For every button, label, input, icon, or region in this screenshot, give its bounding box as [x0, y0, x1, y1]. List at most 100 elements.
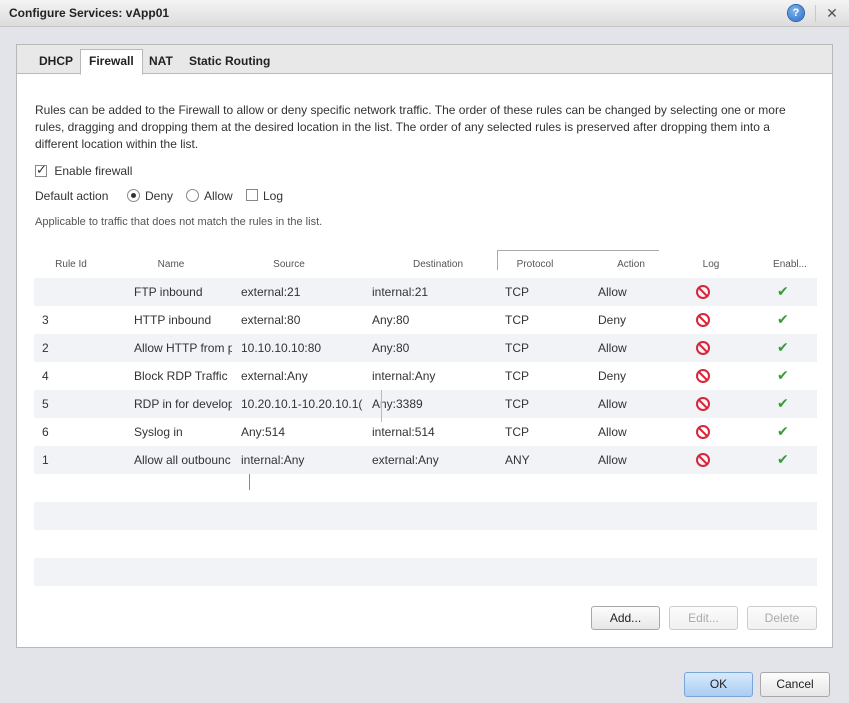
cell-name: Allow all outbounc — [134, 453, 231, 467]
tab-dhcp[interactable]: DHCP — [31, 50, 81, 74]
header-destination[interactable]: Destination — [368, 250, 508, 278]
cell-source: external:21 — [241, 285, 301, 299]
firewall-description: Rules can be added to the Firewall to al… — [35, 103, 786, 151]
log-disabled-icon — [696, 453, 710, 467]
header-log[interactable]: Log — [674, 250, 748, 278]
table-row[interactable]: 2 Allow HTTP from p 10.10.10.10:80 Any:8… — [34, 334, 817, 362]
enable-firewall-row: Enable firewall — [35, 162, 133, 178]
cell-rule-id: 6 — [42, 425, 49, 439]
header-rule-id[interactable]: Rule Id — [34, 250, 108, 278]
cell-name: RDP in for develop — [134, 397, 232, 411]
cell-destination: internal:Any — [372, 369, 436, 383]
enabled-check-icon: ✔ — [777, 451, 789, 467]
cell-action: Allow — [598, 285, 627, 299]
empty-row — [34, 558, 817, 586]
table-row[interactable]: FTP inbound external:21 internal:21 TCP … — [34, 278, 817, 306]
cell-destination: internal:21 — [372, 285, 429, 299]
enabled-check-icon: ✔ — [777, 367, 789, 383]
deny-label: Deny — [145, 189, 174, 203]
cell-protocol: TCP — [505, 285, 529, 299]
enabled-check-icon: ✔ — [777, 423, 789, 439]
cell-rule-id: 2 — [42, 341, 49, 355]
empty-row — [34, 502, 817, 530]
enable-firewall-label: Enable firewall — [54, 164, 133, 178]
cell-destination: Any:80 — [372, 313, 410, 327]
cell-source: external:Any — [241, 369, 308, 383]
cell-source: Any:514 — [241, 425, 286, 439]
log-disabled-icon — [696, 285, 710, 299]
cell-source: internal:Any — [241, 453, 305, 467]
allow-radio[interactable] — [186, 189, 199, 202]
cell-action: Allow — [598, 453, 627, 467]
table-header: Rule Id Name Source Destination Protocol… — [34, 250, 817, 278]
cell-action: Allow — [598, 397, 627, 411]
cell-action: Deny — [598, 369, 627, 383]
cell-action: Deny — [598, 313, 627, 327]
default-action-note: Applicable to traffic that does not matc… — [35, 216, 323, 228]
cell-source: 10.20.10.1-10.20.10.1( — [241, 397, 363, 411]
cell-protocol: ANY — [505, 453, 530, 467]
cell-source: 10.10.10.10:80 — [241, 341, 322, 355]
cell-rule-id: 1 — [42, 453, 49, 467]
dialog-titlebar: Configure Services: vApp01 ? ✕ — [0, 0, 849, 27]
cell-protocol: TCP — [505, 313, 529, 327]
tab-firewall[interactable]: Firewall — [80, 49, 143, 75]
column-resize-line — [249, 474, 250, 490]
log-disabled-icon — [696, 313, 710, 327]
header-action[interactable]: Action — [590, 250, 672, 278]
table-row[interactable]: 5 RDP in for develop 10.20.10.1-10.20.10… — [34, 390, 817, 418]
ok-button[interactable]: OK — [684, 672, 753, 697]
empty-row — [34, 530, 817, 558]
cell-action: Allow — [598, 341, 627, 355]
table-row[interactable]: 1 Allow all outbounc internal:Any extern… — [34, 446, 817, 474]
enabled-check-icon: ✔ — [777, 395, 789, 411]
cell-destination: external:Any — [372, 453, 439, 467]
cell-rule-id: 4 — [42, 369, 49, 383]
header-protocol[interactable]: Protocol — [500, 250, 570, 278]
default-action-label: Default action — [35, 189, 109, 203]
edit-rule-button[interactable]: Edit... — [669, 606, 738, 630]
cell-name: FTP inbound — [134, 285, 203, 299]
cell-source: external:80 — [241, 313, 301, 327]
cell-name: Allow HTTP from p — [134, 341, 232, 355]
tab-bar: DHCP Firewall NAT Static Routing — [17, 45, 832, 75]
services-panel: DHCP Firewall NAT Static Routing Rules c… — [16, 44, 833, 648]
cell-rule-id — [42, 278, 102, 306]
header-name[interactable]: Name — [108, 250, 234, 278]
log-disabled-icon — [696, 425, 710, 439]
cell-rule-id: 3 — [42, 313, 49, 327]
enabled-check-icon: ✔ — [777, 339, 789, 355]
close-icon[interactable]: ✕ — [822, 4, 842, 22]
cell-action: Allow — [598, 425, 627, 439]
delete-rule-button[interactable]: Delete — [747, 606, 817, 630]
cell-protocol: TCP — [505, 425, 529, 439]
header-source[interactable]: Source — [234, 250, 344, 278]
cell-name: HTTP inbound — [134, 313, 212, 327]
log-disabled-icon — [696, 369, 710, 383]
cancel-button[interactable]: Cancel — [760, 672, 830, 697]
cell-destination: Any:3389 — [372, 397, 423, 411]
tab-nat[interactable]: NAT — [141, 50, 181, 74]
log-checkbox[interactable] — [246, 189, 258, 201]
log-disabled-icon — [696, 397, 710, 411]
title-separator — [815, 5, 816, 22]
cell-name: Block RDP Traffic — [134, 369, 228, 383]
add-rule-button[interactable]: Add... — [591, 606, 660, 630]
table-row[interactable]: 4 Block RDP Traffic external:Any interna… — [34, 362, 817, 390]
empty-row — [34, 474, 817, 502]
enable-firewall-checkbox[interactable] — [35, 162, 47, 178]
column-resize-line — [381, 390, 382, 422]
cell-name: Syslog in — [134, 425, 183, 439]
tab-static-routing[interactable]: Static Routing — [181, 50, 278, 74]
firewall-rules-table: Rule Id Name Source Destination Protocol… — [34, 250, 817, 586]
header-enabled[interactable]: Enabl... — [750, 250, 830, 278]
help-icon[interactable]: ? — [788, 5, 804, 21]
enabled-check-icon: ✔ — [777, 311, 789, 327]
cell-protocol: TCP — [505, 397, 529, 411]
table-row[interactable]: 3 HTTP inbound external:80 Any:80 TCP De… — [34, 306, 817, 334]
cell-protocol: TCP — [505, 369, 529, 383]
table-row[interactable]: 6 Syslog in Any:514 internal:514 TCP All… — [34, 418, 817, 446]
cell-destination: Any:80 — [372, 341, 410, 355]
allow-label: Allow — [204, 189, 233, 203]
deny-radio[interactable] — [127, 189, 140, 202]
